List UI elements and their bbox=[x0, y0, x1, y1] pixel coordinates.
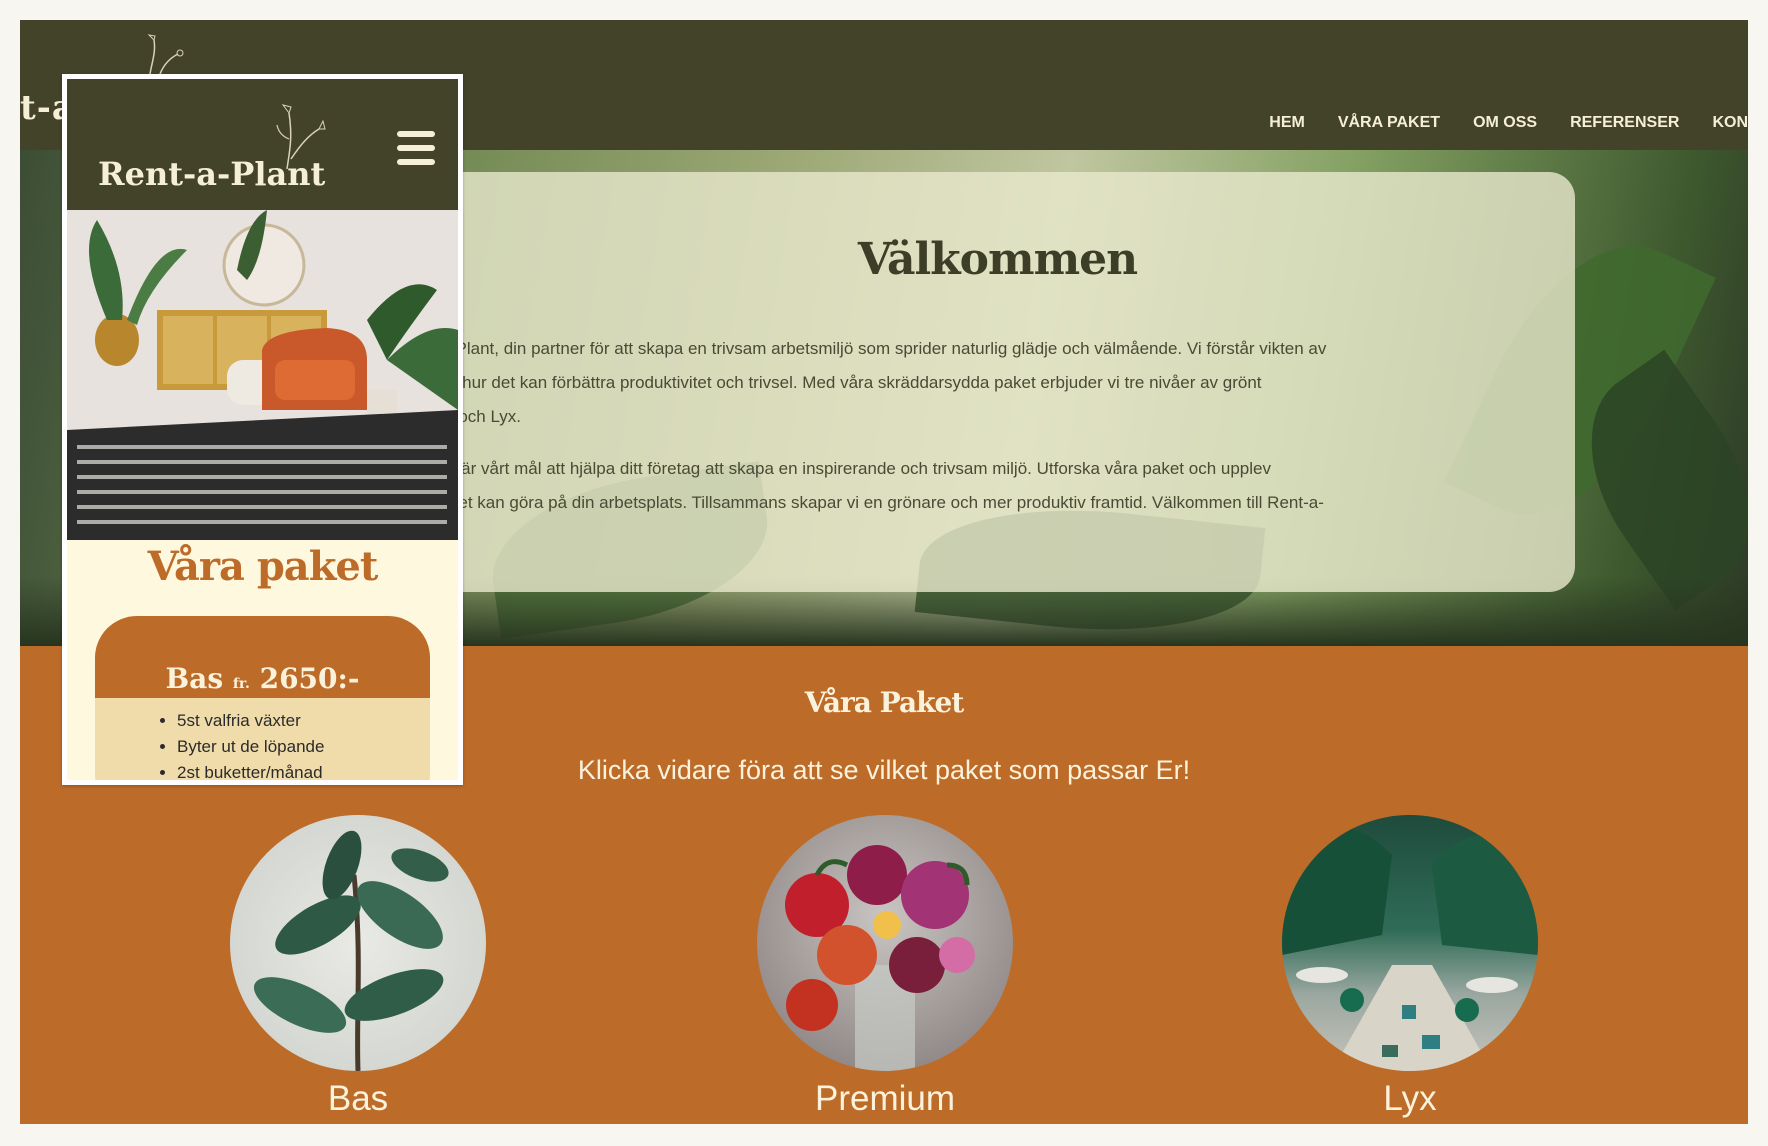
mobile-header: Rent-a-Plant bbox=[67, 79, 458, 210]
package-card-title: Bas fr. 2650:- bbox=[95, 662, 430, 695]
package-premium-image[interactable] bbox=[757, 815, 1013, 1071]
package-premium-link[interactable]: Premium bbox=[757, 815, 1013, 1119]
package-bas-image[interactable] bbox=[230, 815, 486, 1071]
mobile-section-title: Våra paket bbox=[147, 543, 379, 590]
flower-sprig-icon bbox=[147, 34, 184, 74]
nav-kontakt[interactable]: KON bbox=[1712, 114, 1748, 132]
package-lyx-label[interactable]: Lyx bbox=[1282, 1079, 1538, 1119]
package-lyx-image[interactable] bbox=[1282, 815, 1538, 1071]
package-bas-link[interactable]: Bas bbox=[230, 815, 486, 1119]
package-feature-list: 5st valfria växter Byter ut de löpande 2… bbox=[95, 708, 430, 780]
package-name: Bas bbox=[165, 662, 224, 695]
main-nav: HEM VÅRA PAKET OM OSS REFERENSER KON bbox=[1236, 114, 1748, 132]
package-lyx-link[interactable]: Lyx bbox=[1282, 815, 1538, 1119]
welcome-paragraph-2: ljer, är vårt mål att hjälpa ditt företa… bbox=[430, 459, 1324, 512]
welcome-paragraph-1: t-a-Plant, din partner för att skapa en … bbox=[430, 339, 1327, 426]
nav-hem[interactable]: HEM bbox=[1269, 114, 1305, 132]
nav-referenser[interactable]: REFERENSER bbox=[1570, 114, 1679, 132]
mobile-preview-frame: Rent-a-Plant Våra paket Bas fr. 2650:- •… bbox=[62, 74, 463, 785]
mobile-logo[interactable]: Rent-a-Plant bbox=[98, 155, 325, 193]
nav-vara-paket[interactable]: VÅRA PAKET bbox=[1338, 114, 1440, 132]
mobile-hero-living-room-image bbox=[67, 210, 458, 540]
hamburger-icon[interactable] bbox=[397, 131, 435, 165]
mobile-page: Rent-a-Plant Våra paket Bas fr. 2650:- •… bbox=[67, 79, 458, 780]
list-item: Byter ut de löpande bbox=[177, 734, 430, 760]
package-card-header: Bas fr. 2650:- bbox=[95, 616, 430, 698]
list-item: 2st buketter/månad bbox=[177, 760, 430, 780]
package-price: 2650:- bbox=[259, 662, 360, 695]
price-prefix: fr. bbox=[232, 676, 250, 692]
package-bas-label[interactable]: Bas bbox=[230, 1079, 486, 1119]
welcome-card: Välkommen t-a-Plant, din partner för att… bbox=[420, 172, 1575, 592]
welcome-title: Välkommen bbox=[857, 234, 1138, 285]
list-item: 5st valfria växter bbox=[177, 708, 430, 734]
mobile-package-card-bas[interactable]: Bas fr. 2650:- 5st valfria växter Byter … bbox=[95, 616, 430, 780]
package-premium-label[interactable]: Premium bbox=[757, 1079, 1013, 1119]
nav-om-oss[interactable]: OM OSS bbox=[1473, 114, 1537, 132]
